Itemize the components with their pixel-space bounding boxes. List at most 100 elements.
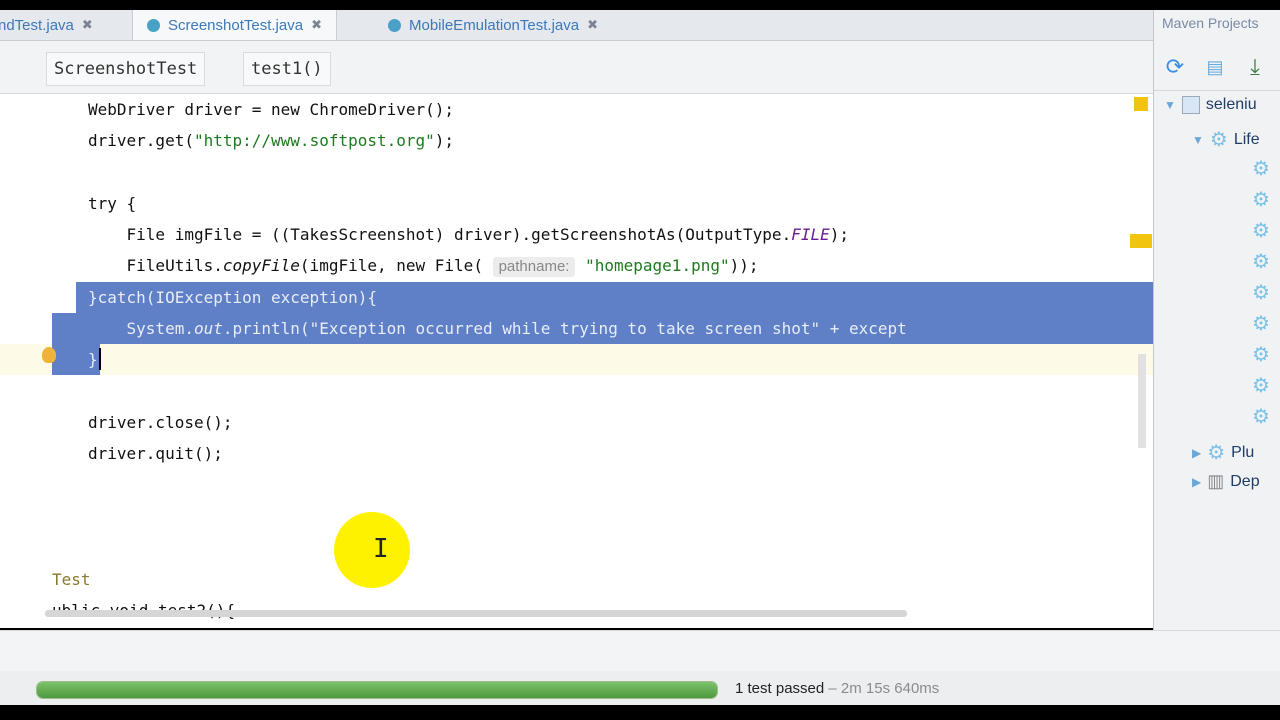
tree-item-label: seleniu [1205,96,1257,113]
code-text: }catch(IOException exception){ [88,288,377,307]
lifecycle-goal[interactable]: ⚙ [1252,156,1270,181]
code-editor[interactable]: WebDriver driver = new ChromeDriver(); d… [0,94,1153,628]
gear-icon: ⚙ [1252,406,1270,428]
tree-item-label: Plu [1231,443,1255,461]
code-text: driver.close(); [88,413,233,432]
code-text: (imgFile, new File( [299,256,493,275]
tree-item-dependencies[interactable]: ▶ ▥ Dep [1192,471,1260,492]
lifecycle-goal[interactable]: ⚙ [1252,280,1270,305]
static-method: copyFile [222,256,300,275]
lightbulb-icon[interactable] [42,347,56,363]
code-text: FileUtils. [88,256,223,275]
code-text: .println("Exception occurred while tryin… [222,319,907,338]
progress-fill [37,682,717,698]
code-text: )); [729,256,759,275]
code-text: ); [434,131,455,150]
gear-icon: ⚙ [1252,313,1270,335]
cursor-highlight [334,512,410,588]
code-line: try { [88,188,136,219]
window-bottom-bar [0,705,1280,720]
refresh-icon[interactable]: ⟳ [1162,54,1188,80]
lifecycle-goal[interactable]: ⚙ [1252,249,1270,274]
bottom-panel-area [0,630,1280,671]
code-line: } [88,344,98,375]
code-line: driver.close(); [88,407,233,438]
breadcrumb-class[interactable]: ScreenshotTest [46,52,206,86]
field-reference: FILE [791,225,830,244]
gear-icon: ⚙ [1252,282,1270,304]
tree-item-label: Dep [1230,472,1260,490]
code-line: }catch(IOException exception){ [88,282,377,313]
tab-ndtest[interactable]: ndTest.java ✖ [0,10,93,40]
code-line: WebDriver driver = new ChromeDriver(); [88,94,454,125]
add-project-icon[interactable]: ▤ [1202,54,1228,80]
close-icon[interactable]: ✖ [587,17,598,33]
class-icon [147,18,160,32]
test-result-text: 1 test passed – 2m 15s 640ms [735,680,939,697]
string-literal: "homepage1.png" [585,256,730,275]
gear-icon: ⚙ [1252,189,1270,211]
code-text: File imgFile = ((TakesScreenshot) driver… [88,225,792,244]
maven-projects-panel: Maven Projects ⟳ ▤ ⤓ ▼ seleniu ▼ ⚙ Life … [1153,10,1280,630]
code-text: Test [52,570,91,589]
folder-gear-icon: ⚙ [1209,129,1228,151]
test-run-status-bar: 1 test passed – 2m 15s 640ms [0,671,1280,705]
download-icon[interactable]: ⤓ [1242,54,1268,80]
warning-marker-icon[interactable] [1130,234,1152,248]
breadcrumb-method[interactable]: test1() [243,52,331,86]
text-cursor-icon: I [373,534,389,564]
close-icon[interactable]: ✖ [82,17,93,33]
horizontal-scrollbar[interactable] [45,610,907,617]
code-text: driver.get( [88,131,194,150]
annotation-line: Test [52,564,91,595]
maven-module-icon [1181,96,1200,114]
code-line: FileUtils.copyFile(imgFile, new File( pa… [88,250,759,281]
maven-toolbar: ⟳ ▤ ⤓ [1154,40,1280,91]
collapse-arrow-icon[interactable]: ▼ [1192,133,1204,147]
text-caret [99,348,101,370]
gear-icon: ⚙ [1252,344,1270,366]
tab-label: ndTest.java [0,16,74,34]
code-text: System. [88,319,194,338]
field-reference: out [193,319,223,338]
warning-marker-icon[interactable] [1134,97,1148,111]
test-result: 1 test passed [735,680,825,697]
code-text: try { [88,194,137,213]
code-line: System.out.println("Exception occurred w… [88,313,907,344]
vertical-scrollbar[interactable] [1138,354,1146,448]
tree-item-plugins[interactable]: ▶ ⚙ Plu [1192,440,1254,465]
tab-mobileemulationtest[interactable]: MobileEmulationTest.java ✖ [388,10,598,40]
code-line: driver.quit(); [88,438,223,469]
collapse-arrow-icon[interactable]: ▼ [1164,98,1176,112]
lifecycle-goal[interactable]: ⚙ [1252,404,1270,429]
code-text: ); [829,225,849,244]
folder-gear-icon: ⚙ [1207,442,1226,464]
expand-arrow-icon[interactable]: ▶ [1192,446,1201,460]
editor-tab-bar: ndTest.java ✖ ScreenshotTest.java ✖ Mobi… [0,10,1153,41]
tree-item-project[interactable]: ▼ seleniu [1164,96,1257,114]
lifecycle-goal[interactable]: ⚙ [1252,218,1270,243]
code-line: File imgFile = ((TakesScreenshot) driver… [88,219,849,250]
tree-item-label: Life [1233,130,1260,148]
tab-label: MobileEmulationTest.java [409,16,580,34]
tab-screenshottest[interactable]: ScreenshotTest.java ✖ [132,10,337,40]
tree-item-lifecycle[interactable]: ▼ ⚙ Life [1192,127,1260,152]
code-text: WebDriver driver = new ChromeDriver(); [88,100,455,119]
string-literal: "http://www.softpost.org" [193,131,435,150]
expand-arrow-icon[interactable]: ▶ [1192,475,1201,489]
test-progress-bar [36,681,718,699]
lifecycle-goal[interactable]: ⚙ [1252,187,1270,212]
library-icon: ▥ [1207,471,1225,491]
lifecycle-goal[interactable]: ⚙ [1252,373,1270,398]
gear-icon: ⚙ [1252,251,1270,273]
lifecycle-goal[interactable]: ⚙ [1252,342,1270,367]
code-text: } [88,350,98,369]
code-line: driver.get("http://www.softpost.org"); [88,125,454,156]
code-text: driver.quit(); [88,444,223,463]
lifecycle-goal[interactable]: ⚙ [1252,311,1270,336]
gear-icon: ⚙ [1252,220,1270,242]
current-line-highlight [0,344,1153,375]
close-icon[interactable]: ✖ [311,17,322,33]
parameter-hint: pathname: [492,257,576,277]
gear-icon: ⚙ [1252,375,1270,397]
